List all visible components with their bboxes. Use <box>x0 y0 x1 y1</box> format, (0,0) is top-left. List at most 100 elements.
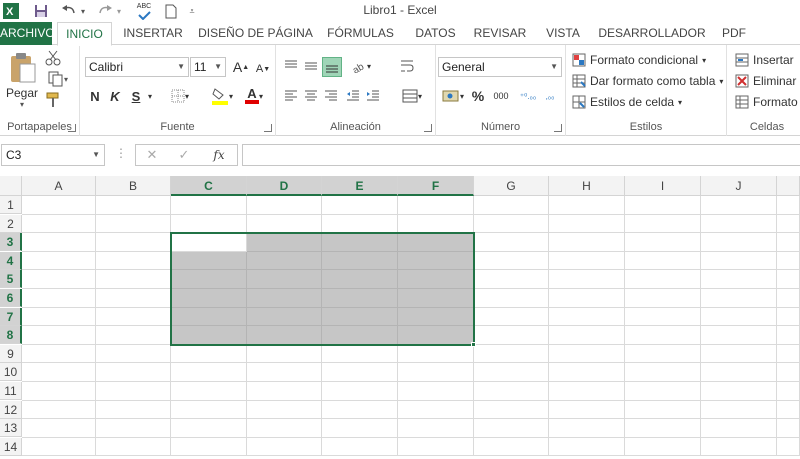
cell-g5[interactable] <box>474 270 549 289</box>
cell-k5[interactable] <box>777 270 800 289</box>
cell-f11[interactable] <box>398 382 474 401</box>
row-header-1[interactable]: 1 <box>0 196 22 214</box>
row-header-14[interactable]: 14 <box>0 437 22 456</box>
column-header-d[interactable]: D <box>247 176 322 196</box>
decrease-decimal-button[interactable]: ,₀₀ <box>540 85 560 107</box>
insert-function-icon[interactable]: fx <box>208 146 230 164</box>
cell-e13[interactable] <box>322 419 398 438</box>
cell-d10[interactable] <box>247 363 322 382</box>
cell-j3[interactable] <box>701 233 777 252</box>
tab-formulas[interactable]: FÓRMULAS <box>323 22 398 45</box>
column-header-partial[interactable] <box>777 176 800 196</box>
cell-e7[interactable] <box>322 307 398 327</box>
cell-d14[interactable] <box>247 437 322 457</box>
cell-i13[interactable] <box>625 419 701 438</box>
cell-e3[interactable] <box>322 233 398 252</box>
cell-g4[interactable] <box>474 251 549 271</box>
font-launcher-icon[interactable] <box>264 124 272 132</box>
increase-decimal-button[interactable]: ⁺⁰.₀₀ <box>518 85 538 107</box>
cell-i7[interactable] <box>625 307 701 327</box>
cell-b3[interactable] <box>96 233 171 252</box>
cell-i3[interactable] <box>625 233 701 252</box>
column-header-g[interactable]: G <box>474 176 549 196</box>
cell-b13[interactable] <box>96 419 171 438</box>
cell-f5[interactable] <box>398 270 474 289</box>
column-header-f[interactable]: F <box>398 176 474 196</box>
cell-a5[interactable] <box>22 270 96 289</box>
cell-f6[interactable] <box>398 289 474 308</box>
cell-b8[interactable] <box>96 326 171 345</box>
cell-c9[interactable] <box>171 344 247 364</box>
column-header-e[interactable]: E <box>322 176 398 196</box>
cut-icon[interactable] <box>44 49 62 67</box>
cell-d2[interactable] <box>247 214 322 234</box>
cell-k8[interactable] <box>777 326 800 345</box>
orientation-icon[interactable]: ab ▾ <box>348 57 374 75</box>
cell-i14[interactable] <box>625 437 701 457</box>
fill-color-button[interactable]: ▾ <box>208 85 236 107</box>
cell-j5[interactable] <box>701 270 777 289</box>
cell-d11[interactable] <box>247 382 322 401</box>
cell-j11[interactable] <box>701 382 777 401</box>
tab-diseno-de-pagina[interactable]: DISEÑO DE PÁGINA <box>198 22 313 45</box>
column-header-a[interactable]: A <box>22 176 96 196</box>
cell-b5[interactable] <box>96 270 171 289</box>
align-bottom-icon[interactable] <box>322 57 342 77</box>
column-header-i[interactable]: I <box>625 176 701 196</box>
cell-e14[interactable] <box>322 437 398 457</box>
cell-j6[interactable] <box>701 289 777 308</box>
cell-b7[interactable] <box>96 307 171 327</box>
cell-f3[interactable] <box>398 233 474 252</box>
cell-a11[interactable] <box>22 382 96 401</box>
cell-h7[interactable] <box>549 307 625 327</box>
cell-j14[interactable] <box>701 437 777 457</box>
row-header-13[interactable]: 13 <box>0 419 22 438</box>
cell-b9[interactable] <box>96 344 171 364</box>
cell-e5[interactable] <box>322 270 398 289</box>
cell-g6[interactable] <box>474 289 549 308</box>
cell-a10[interactable] <box>22 363 96 382</box>
cell-i11[interactable] <box>625 382 701 401</box>
cell-d13[interactable] <box>247 419 322 438</box>
cell-a2[interactable] <box>22 214 96 234</box>
insert-cells-button[interactable]: Insertar <box>735 51 794 69</box>
cell-c3[interactable] <box>171 233 247 252</box>
row-header-12[interactable]: 12 <box>0 400 22 419</box>
row-header-6[interactable]: 6 <box>0 289 22 307</box>
tab-vista[interactable]: VISTA <box>537 22 589 45</box>
row-header-2[interactable]: 2 <box>0 214 22 233</box>
cell-a7[interactable] <box>22 307 96 327</box>
cell-e6[interactable] <box>322 289 398 308</box>
underline-dropdown-icon[interactable]: ▾ <box>145 86 155 106</box>
conditional-format-button[interactable]: Formato condicional ▾ <box>572 51 706 69</box>
cell-f13[interactable] <box>398 419 474 438</box>
formula-input[interactable] <box>242 144 800 166</box>
align-left-icon[interactable] <box>282 87 300 105</box>
tab-revisar[interactable]: REVISAR <box>470 22 530 45</box>
cell-g9[interactable] <box>474 344 549 364</box>
cell-f8[interactable] <box>398 326 474 345</box>
cell-i12[interactable] <box>625 400 701 420</box>
cell-a9[interactable] <box>22 344 96 364</box>
cell-c13[interactable] <box>171 419 247 438</box>
cell-g10[interactable] <box>474 363 549 382</box>
row-header-5[interactable]: 5 <box>0 270 22 289</box>
cell-f12[interactable] <box>398 400 474 420</box>
cell-g1[interactable] <box>474 196 549 215</box>
cell-c14[interactable] <box>171 437 247 457</box>
cell-j12[interactable] <box>701 400 777 420</box>
cell-e1[interactable] <box>322 196 398 215</box>
cell-f4[interactable] <box>398 251 474 271</box>
paste-button[interactable]: Pegar ▾ <box>4 51 40 109</box>
cell-a8[interactable] <box>22 326 96 345</box>
cell-d12[interactable] <box>247 400 322 420</box>
cell-e9[interactable] <box>322 344 398 364</box>
increase-indent-icon[interactable] <box>364 87 382 105</box>
cell-b1[interactable] <box>96 196 171 215</box>
font-family-combo[interactable]: Calibri ▼ <box>85 57 189 77</box>
cell-e10[interactable] <box>322 363 398 382</box>
number-format-combo[interactable]: General ▼ <box>438 57 562 77</box>
shrink-font-button[interactable]: A ▼ <box>254 59 272 79</box>
row-header-10[interactable]: 10 <box>0 363 22 382</box>
cell-c2[interactable] <box>171 214 247 234</box>
